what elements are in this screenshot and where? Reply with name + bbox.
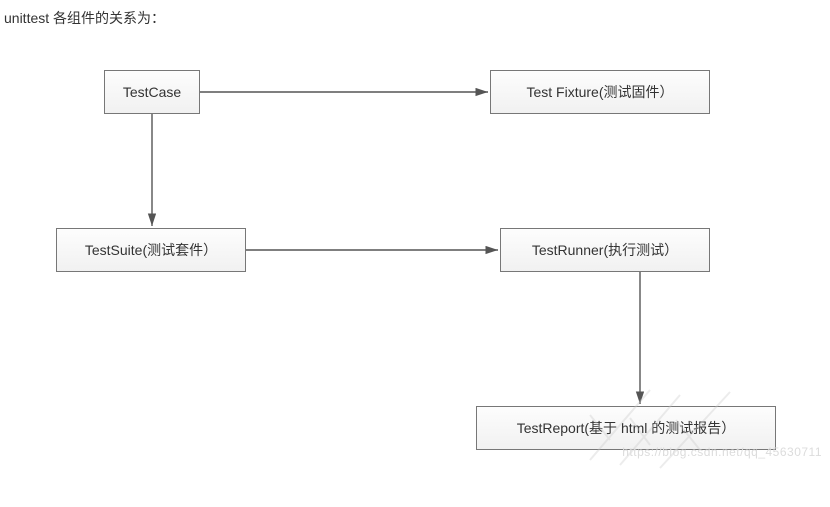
node-testreport: TestReport(基于 html 的测试报告） [476, 406, 776, 450]
node-testrunner: TestRunner(执行测试） [500, 228, 710, 272]
node-fixture: Test Fixture(测试固件） [490, 70, 710, 114]
node-label: TestRunner(执行测试） [532, 240, 678, 260]
node-label: TestReport(基于 html 的测试报告） [517, 418, 736, 438]
diagram-canvas: unittest 各组件的关系为： TestCase Test Fixture(… [0, 0, 830, 507]
node-testsuite: TestSuite(测试套件） [56, 228, 246, 272]
node-label: TestSuite(测试套件） [85, 240, 217, 260]
page-title: unittest 各组件的关系为： [4, 8, 165, 28]
node-label: TestCase [123, 84, 181, 100]
node-label: Test Fixture(测试固件） [526, 82, 673, 102]
node-testcase: TestCase [104, 70, 200, 114]
